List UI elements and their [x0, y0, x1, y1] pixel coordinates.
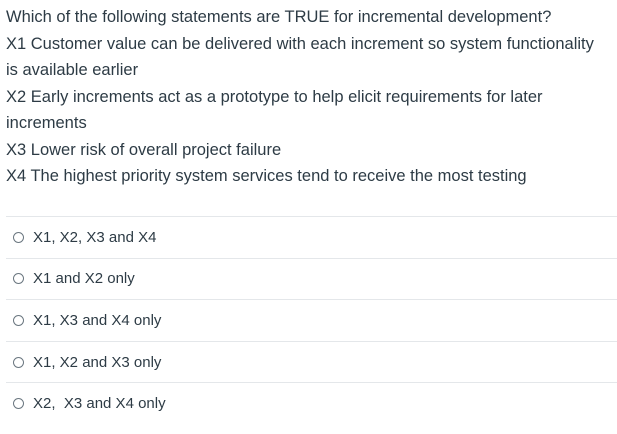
statement-x4: X4 The highest priority system services … [6, 167, 527, 185]
answer-label: X2, X3 and X4 only [33, 395, 166, 413]
radio-button-icon[interactable] [13, 231, 24, 243]
answer-list: X1, X2, X3 and X4 X1 and X2 only X1, X3 … [6, 216, 617, 424]
answer-label: X1, X2, X3 and X4 [33, 228, 157, 246]
answer-option-4[interactable]: X1, X2 and X3 only [6, 340, 617, 383]
radio-button-icon[interactable] [13, 356, 24, 368]
answer-label: X1, X3 and X4 only [33, 311, 162, 329]
question-text: Which of the following statements are TR… [6, 4, 606, 190]
question-prompt: Which of the following statements are TR… [6, 8, 552, 26]
answer-option-1[interactable]: X1, X2, X3 and X4 [6, 216, 617, 258]
answer-option-3[interactable]: X1, X3 and X4 only [6, 299, 617, 341]
radio-button-icon[interactable] [13, 273, 24, 285]
statement-x3: X3 Lower risk of overall project failure [6, 140, 282, 159]
statement-x2: X2 Early increments act as a prototype t… [6, 87, 543, 133]
answer-label: X1 and X2 only [33, 270, 135, 288]
statement-x1: X1 Customer value can be delivered with … [6, 34, 594, 80]
answer-option-2[interactable]: X1 and X2 only [6, 257, 617, 300]
answer-label: X1, X2 and X3 only [33, 353, 162, 371]
answer-option-5[interactable]: X2, X3 and X4 only [6, 382, 617, 424]
radio-button-icon[interactable] [13, 314, 24, 326]
radio-button-icon[interactable] [13, 398, 24, 410]
